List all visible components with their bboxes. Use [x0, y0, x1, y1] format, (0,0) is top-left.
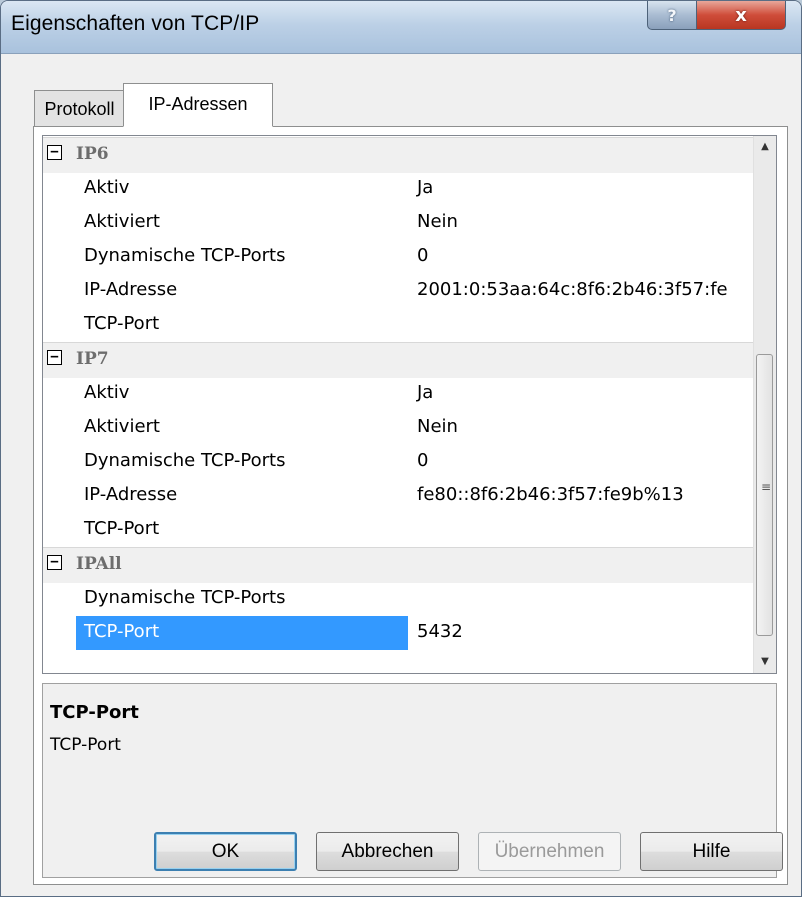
scrollbar-thumb[interactable]: ≡	[756, 354, 773, 636]
vertical-scrollbar[interactable]: ▲ ≡ ▼	[753, 136, 776, 673]
property-row[interactable]: Dynamische TCP-Ports 0	[43, 240, 754, 274]
property-name: TCP-Port	[84, 518, 160, 539]
window-title: Eigenschaften von TCP/IP	[11, 12, 260, 35]
ok-button[interactable]: OK	[154, 832, 297, 871]
collapse-toggle-icon[interactable]: −	[47, 555, 62, 570]
category-header[interactable]: − IP6	[43, 137, 754, 173]
property-value[interactable]: Nein	[411, 411, 754, 445]
property-row[interactable]: Dynamische TCP-Ports 0	[43, 445, 754, 479]
collapse-toggle-icon[interactable]: −	[47, 145, 62, 160]
property-name: Dynamische TCP-Ports	[84, 245, 286, 266]
property-name: Aktiviert	[84, 211, 160, 232]
title-bar[interactable]: Eigenschaften von TCP/IP ? x	[1, 1, 801, 54]
category-header[interactable]: − IP7	[43, 342, 754, 378]
cancel-button[interactable]: Abbrechen	[316, 832, 459, 871]
tab-ip-adressen[interactable]: IP-Adressen	[123, 83, 273, 127]
tab-protokoll[interactable]: Protokoll	[34, 90, 125, 127]
property-row[interactable]: Aktiviert Nein	[43, 411, 754, 445]
property-name: Aktiviert	[84, 416, 160, 437]
property-name: Dynamische TCP-Ports	[84, 587, 286, 608]
tab-panel-ip-adressen: − IP6 Aktiv Ja Aktiviert Nein Dynamische TCP-P…	[33, 126, 788, 885]
scrollbar-grip-icon: ≡	[761, 480, 772, 494]
scroll-down-arrow-icon[interactable]: ▼	[754, 651, 776, 673]
property-value[interactable]	[411, 513, 754, 547]
property-name: TCP-Port	[76, 616, 408, 650]
category-header[interactable]: − IPAll	[43, 547, 754, 583]
help-title-button[interactable]: ?	[647, 1, 697, 30]
property-name: IP-Adresse	[84, 484, 178, 505]
property-row[interactable]: IP-Adresse 2001:0:53aa:64c:8f6:2b46:3f57:…	[43, 274, 754, 308]
apply-button[interactable]: Übernehmen	[478, 832, 621, 871]
close-icon: x	[735, 4, 747, 26]
property-row[interactable]: Aktiv Ja	[43, 172, 754, 206]
help-icon: ?	[667, 5, 677, 25]
property-value[interactable]	[411, 582, 754, 616]
category-name: IPAll	[76, 554, 122, 574]
property-name: Dynamische TCP-Ports	[84, 450, 286, 471]
dialog-window: Eigenschaften von TCP/IP ? x Protokoll I…	[0, 0, 802, 897]
property-value[interactable]: 0	[411, 445, 754, 479]
close-button[interactable]: x	[696, 1, 786, 30]
property-name: IP-Adresse	[84, 279, 178, 300]
property-row[interactable]: Aktiviert Nein	[43, 206, 754, 240]
property-value[interactable]: 5432	[411, 616, 754, 650]
help-button[interactable]: Hilfe	[640, 832, 783, 871]
property-row[interactable]: Dynamische TCP-Ports	[43, 582, 754, 616]
category-name: IP6	[76, 144, 109, 164]
property-row[interactable]: TCP-Port 5432	[43, 616, 754, 650]
collapse-toggle-icon[interactable]: −	[47, 350, 62, 365]
property-row[interactable]: Aktiv Ja	[43, 377, 754, 411]
property-value[interactable]: Ja	[411, 172, 754, 206]
property-name: Aktiv	[84, 382, 130, 403]
description-text: TCP-Port	[50, 735, 121, 755]
property-name: TCP-Port	[84, 313, 160, 334]
property-grid-rows: − IP6 Aktiv Ja Aktiviert Nein Dynamische TCP-P…	[43, 136, 754, 673]
property-row[interactable]: TCP-Port	[43, 308, 754, 342]
property-value[interactable]: 2001:0:53aa:64c:8f6:2b46:3f57:fe	[411, 274, 754, 308]
property-value[interactable]: 0	[411, 240, 754, 274]
dialog-client-area: Protokoll IP-Adressen − IP6 Aktiv Ja Aktivie…	[8, 54, 794, 889]
property-value[interactable]: Nein	[411, 206, 754, 240]
property-value[interactable]	[411, 308, 754, 342]
property-row[interactable]: TCP-Port	[43, 513, 754, 547]
scroll-up-arrow-icon[interactable]: ▲	[754, 136, 776, 158]
property-grid: − IP6 Aktiv Ja Aktiviert Nein Dynamische TCP-P…	[42, 135, 777, 674]
property-value[interactable]: fe80::8f6:2b46:3f57:fe9b%13	[411, 479, 754, 513]
property-row[interactable]: IP-Adresse fe80::8f6:2b46:3f57:fe9b%13	[43, 479, 754, 513]
description-title: TCP-Port	[50, 702, 139, 723]
property-name: Aktiv	[84, 177, 130, 198]
category-name: IP7	[76, 349, 109, 369]
property-value[interactable]: Ja	[411, 377, 754, 411]
